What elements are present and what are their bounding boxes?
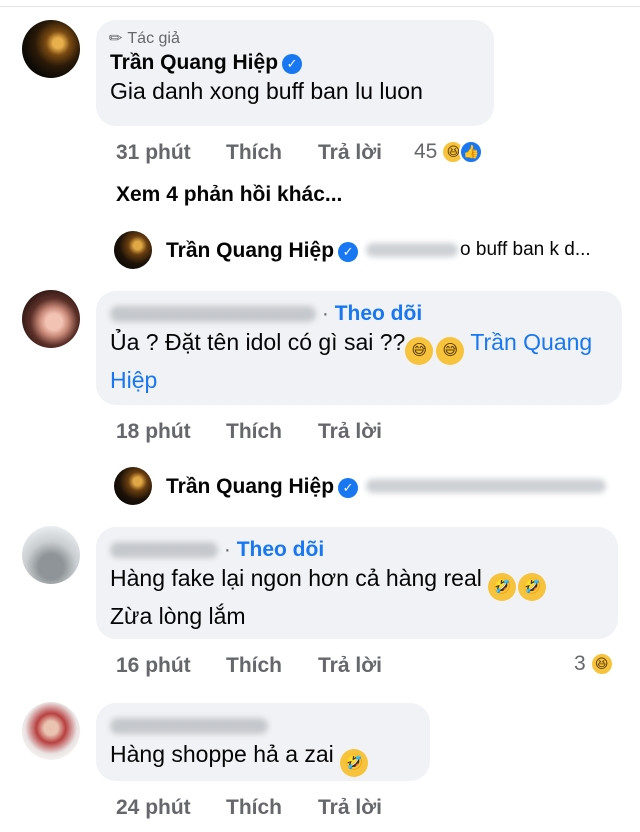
haha-emoji-icon: 😆 [589,652,614,676]
blurred-name [110,542,218,559]
reaction-count: 3 [574,652,586,675]
avatar[interactable] [22,290,80,348]
rofl-emoji-icon: 🤣 [488,572,517,601]
like-button[interactable]: Thích [226,654,318,678]
commenter-name[interactable]: Trần Quang Hiệp ✓ [110,49,480,76]
verified-badge-icon: ✓ [338,241,359,262]
reply-preview[interactable]: Trần Quang Hiệp ✓ [114,467,607,505]
reply-button[interactable]: Trả lời [318,141,382,165]
comment-text-body: Ủa ? Đặt tên idol có gì sai ?? [110,329,406,355]
blurred-name [110,306,316,323]
comment-actions: 31 phút Thích Trả lời [116,141,382,165]
commenter-name [110,712,416,739]
avatar[interactable] [22,526,80,584]
comment-text: Gia danh xong buff ban lu luon [110,78,423,104]
haha-emoji-icon: 😅 [405,336,434,365]
reply-author-name-text: Trần Quang Hiệp [166,474,335,498]
follow-button[interactable]: Theo dõi [237,538,325,561]
comment-text: Hàng fake lại ngon hơn cả hàng real 🤣 🤣 [110,563,604,601]
reaction-summary[interactable]: 3 😆 [574,652,614,676]
reply-button[interactable]: Trả lời [318,654,382,678]
avatar[interactable] [22,20,80,78]
commenter-name: · Theo dõi [110,300,608,327]
reply-button[interactable]: Trả lời [318,796,382,820]
comment-text-body: Hàng shoppe hả a zai [110,741,334,767]
comment-actions: 18 phút Thích Trả lời [116,420,382,444]
reply-button[interactable]: Trả lời [318,420,382,444]
view-more-replies[interactable]: Xem 4 phản hồi khác... [116,183,342,207]
reply-author-name-text: Trần Quang Hiệp [166,238,335,262]
haha-emoji-icon: 😅 [436,336,465,365]
comment-time[interactable]: 16 phút [116,654,226,678]
comment-bubble: ✎Tác giả Trần Quang Hiệp ✓ Gia danh xong … [96,20,494,126]
like-button[interactable]: Thích [226,141,318,165]
comment-time[interactable]: 18 phút [116,420,226,444]
comment-time[interactable]: 24 phút [116,796,226,820]
comment-text-line-1: Hàng fake lại ngon hơn cả hàng real [110,565,482,591]
reaction-count: 45 [414,140,438,163]
follow-button[interactable]: Theo dõi [335,302,423,325]
like-icon: 👍 [459,140,484,164]
comment-actions: 24 phút Thích Trả lời [116,796,382,820]
like-button[interactable]: Thích [226,796,318,820]
like-button[interactable]: Thích [226,420,318,444]
comment-bubble: · Theo dõi Hàng fake lại ngon hơn cả hàn… [96,527,618,639]
comment-text: Hàng shoppe hả a zai 🤣 [110,739,416,777]
top-divider [0,6,640,7]
rofl-emoji-icon: 🤣 [518,572,547,601]
author-tag-label: Tác giả [127,30,180,47]
comment-bubble: · Theo dõi Ủa ? Đặt tên idol có gì sai ?… [96,291,622,405]
comment-text: Ủa ? Đặt tên idol có gì sai ?? 😅 😅 Trần Qu… [110,327,608,396]
reply-preview[interactable]: Trần Quang Hiệp ✓ o buff ban k d... [114,231,591,269]
avatar[interactable] [22,702,80,760]
avatar [114,231,152,269]
reply-author-name: Trần Quang Hiệp ✓ [166,473,359,500]
reply-snippet: o buff ban k d... [460,239,591,260]
comment-bubble: Hàng shoppe hả a zai 🤣 [96,703,430,781]
comment-time[interactable]: 31 phút [116,141,226,165]
reaction-summary[interactable]: 45 😆 👍 [414,140,484,164]
author-badge: ✎Tác giả [106,28,480,50]
verified-badge-icon: ✓ [338,477,359,498]
avatar [114,467,152,505]
commenter-name: · Theo dõi [110,536,604,563]
comment-text-line-2: Zừa lòng lắm [110,602,246,629]
rofl-emoji-icon: 🤣 [340,748,369,777]
comment-actions: 16 phút Thích Trả lời [116,654,382,678]
verified-badge-icon: ✓ [282,54,303,74]
commenter-name-text: Trần Quang Hiệp [110,51,279,74]
blurred-mention [366,243,459,257]
pen-icon: ✎ [105,27,128,50]
blurred-reply-snippet [366,479,607,493]
blurred-name [110,718,268,735]
reply-author-name: Trần Quang Hiệp ✓ [166,237,359,264]
